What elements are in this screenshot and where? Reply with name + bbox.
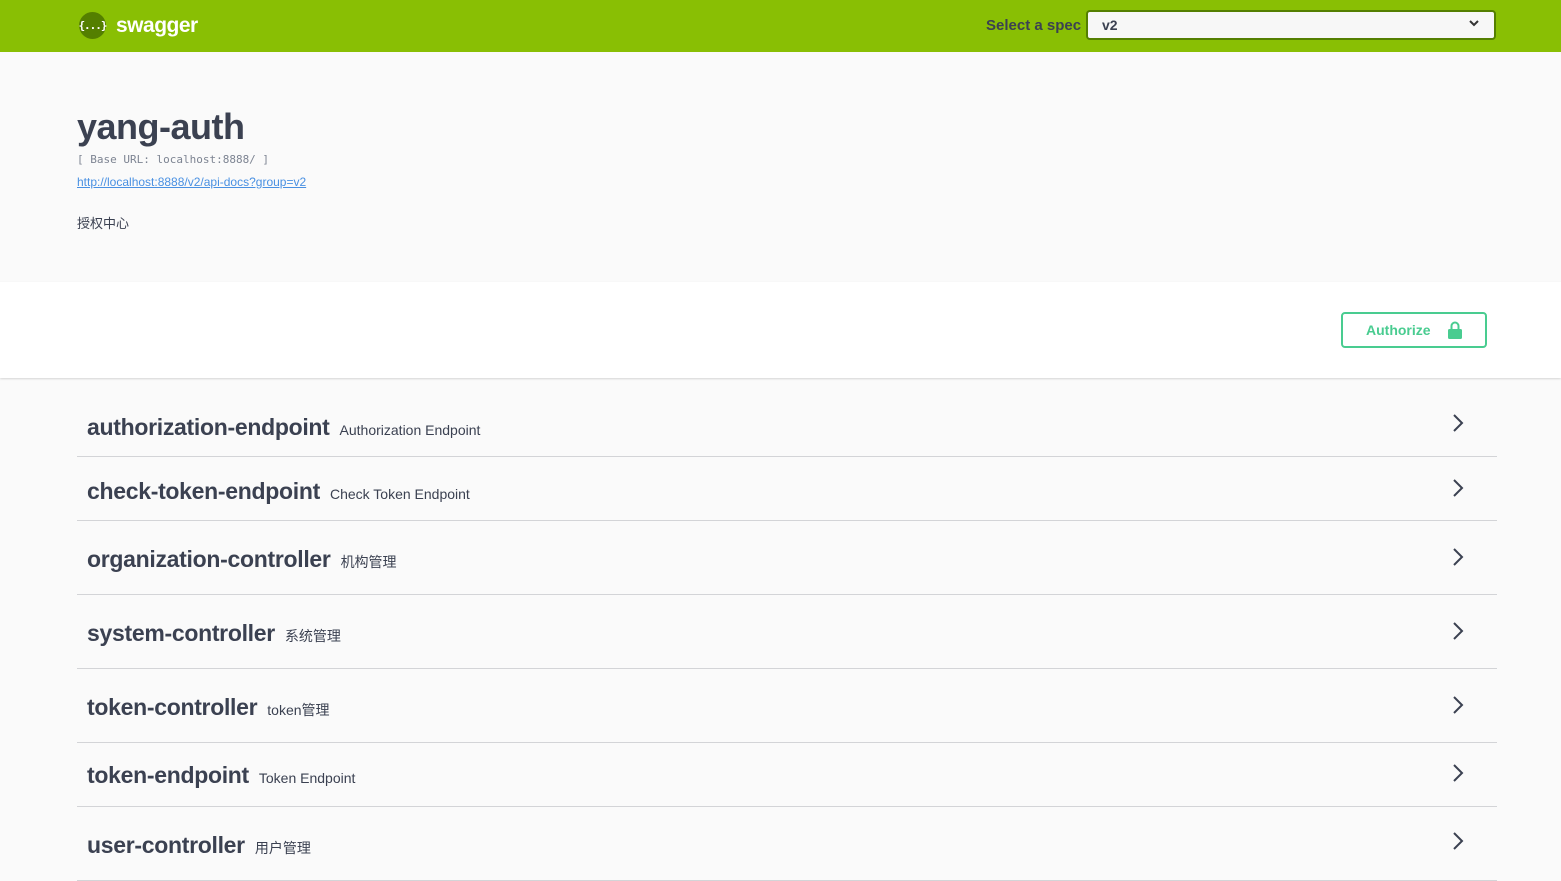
tag-description: Check Token Endpoint: [329, 486, 470, 502]
page-title: yang-auth: [77, 106, 245, 147]
tag-section-organization-controller[interactable]: organization-controller 机构管理: [77, 521, 1497, 595]
chevron-right-icon[interactable]: [1452, 831, 1464, 851]
tag-description: token管理: [267, 702, 330, 718]
tag-section-check-token-endpoint[interactable]: check-token-endpoint Check Token Endpoint: [77, 457, 1497, 521]
chevron-right-icon[interactable]: [1452, 413, 1464, 433]
tag-description: 机构管理: [340, 554, 397, 570]
tag-name: check-token-endpoint: [87, 478, 320, 504]
chevron-right-icon[interactable]: [1452, 695, 1464, 715]
tag-name: user-controller: [87, 832, 245, 858]
api-description: 授权中心: [77, 217, 130, 232]
tag-title[interactable]: token-controller token管理: [87, 694, 330, 721]
chevron-right-icon[interactable]: [1452, 763, 1464, 783]
lock-icon: [1448, 321, 1462, 339]
tag-description: 系统管理: [284, 628, 341, 644]
tag-name: system-controller: [87, 620, 275, 646]
spec-select[interactable]: v2: [1086, 10, 1496, 40]
chevron-right-icon[interactable]: [1452, 478, 1464, 498]
scheme-container: Authorize: [0, 282, 1561, 378]
tag-section-system-controller[interactable]: system-controller 系统管理: [77, 595, 1497, 669]
tag-description: Authorization Endpoint: [339, 422, 481, 438]
tag-description: 用户管理: [254, 840, 311, 856]
tag-name: organization-controller: [87, 546, 331, 572]
tag-description: Token Endpoint: [258, 770, 356, 786]
authorize-label: Authorize: [1366, 322, 1431, 338]
base-url: [ Base URL: localhost:8888/ ]: [77, 153, 270, 166]
tag-section-user-controller[interactable]: user-controller 用户管理: [77, 807, 1497, 881]
swagger-logo-icon: {...}: [78, 12, 108, 39]
tag-section-authorization-endpoint[interactable]: authorization-endpoint Authorization Endp…: [77, 392, 1497, 457]
tag-title[interactable]: system-controller 系统管理: [87, 620, 341, 647]
chevron-right-icon[interactable]: [1452, 621, 1464, 641]
tag-title[interactable]: token-endpoint Token Endpoint: [87, 762, 355, 789]
topbar: {...} swagger Select a spec v2: [0, 0, 1561, 52]
tag-title[interactable]: check-token-endpoint Check Token Endpoint: [87, 478, 470, 505]
tag-name: authorization-endpoint: [87, 414, 330, 440]
chevron-down-icon: [1468, 17, 1480, 32]
spec-select-value: v2: [1102, 17, 1118, 33]
logo-text: swagger: [116, 13, 198, 37]
tag-title[interactable]: authorization-endpoint Authorization Endp…: [87, 414, 480, 441]
info-section: yang-auth [ Base URL: localhost:8888/ ] …: [0, 52, 1561, 282]
chevron-right-icon[interactable]: [1452, 547, 1464, 567]
tag-name: token-controller: [87, 694, 258, 720]
api-docs-link[interactable]: http://localhost:8888/v2/api-docs?group=…: [77, 175, 306, 189]
tag-section-token-endpoint[interactable]: token-endpoint Token Endpoint: [77, 743, 1497, 807]
authorize-button[interactable]: Authorize: [1341, 312, 1487, 348]
spec-select-label: Select a spec: [986, 17, 1082, 34]
tag-section-token-controller[interactable]: token-controller token管理: [77, 669, 1497, 743]
swagger-logo[interactable]: {...} swagger: [78, 12, 198, 39]
tag-name: token-endpoint: [87, 762, 249, 788]
tag-title[interactable]: organization-controller 机构管理: [87, 546, 397, 573]
